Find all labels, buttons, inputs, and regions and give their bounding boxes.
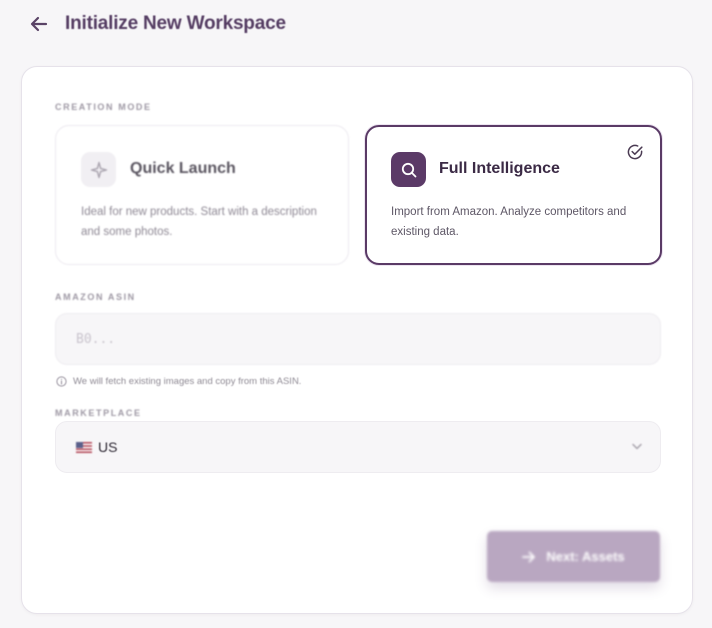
amazon-asin-label: AMAZON ASIN xyxy=(55,292,136,302)
mode-option-quick-launch[interactable]: Quick Launch Ideal for new products. Sta… xyxy=(55,125,349,265)
page-header: Initialize New Workspace xyxy=(28,10,286,38)
marketplace-selected-value: US xyxy=(98,439,118,455)
chevron-down-icon xyxy=(632,443,642,450)
creation-mode-label: CREATION MODE xyxy=(55,102,152,112)
asin-hint: We will fetch existing images and copy f… xyxy=(56,376,301,387)
us-flag-icon xyxy=(76,441,92,453)
mode-description: Import from Amazon. Analyze competitors … xyxy=(391,206,627,238)
marketplace-select[interactable]: US xyxy=(55,421,661,473)
asin-input-wrapper xyxy=(55,313,661,365)
marketplace-label: MARKETPLACE xyxy=(55,408,142,418)
asin-hint-text: We will fetch existing images and copy f… xyxy=(73,376,302,387)
info-icon xyxy=(56,376,67,387)
mode-description: Ideal for new products. Start with a des… xyxy=(81,206,317,238)
back-button[interactable] xyxy=(28,13,50,35)
arrow-left-icon xyxy=(30,16,48,32)
next-assets-button[interactable]: Next: Assets xyxy=(487,531,660,582)
workspace-form-card: CREATION MODE Quick Launch Ideal for new… xyxy=(21,66,693,614)
sparkle-icon xyxy=(81,152,116,187)
mode-title: Quick Launch xyxy=(130,160,236,177)
asin-input[interactable] xyxy=(56,314,660,364)
search-icon xyxy=(391,152,426,187)
mode-title: Full Intelligence xyxy=(439,160,560,177)
arrow-right-icon xyxy=(522,551,536,562)
next-button-label: Next: Assets xyxy=(546,549,625,564)
page-title: Initialize New Workspace xyxy=(65,13,286,34)
mode-option-full-intelligence[interactable]: Full Intelligence Import from Amazon. An… xyxy=(365,125,662,265)
check-circle-icon xyxy=(627,144,643,160)
